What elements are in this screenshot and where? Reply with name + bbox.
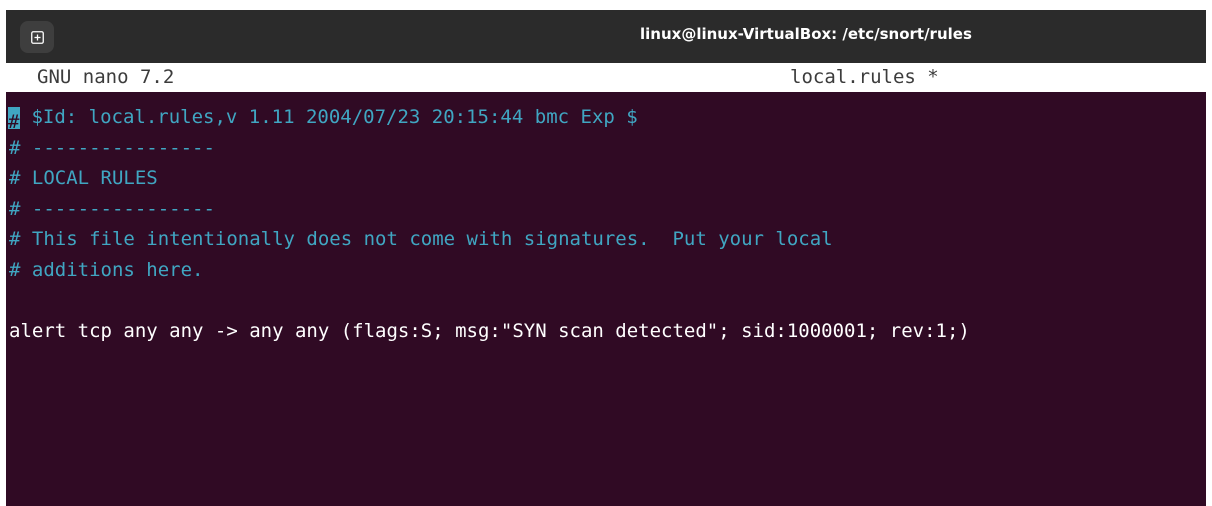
editor-line: # ---------------- bbox=[9, 136, 215, 159]
window-title: linux@linux-VirtualBox: /etc/snort/rules bbox=[640, 25, 972, 43]
nano-version: GNU nano 7.2 bbox=[37, 66, 175, 88]
nano-filename: local.rules * bbox=[790, 66, 939, 88]
editor-line: # This file intentionally does not come … bbox=[9, 228, 833, 251]
terminal-plus-icon bbox=[31, 31, 44, 44]
editor-line: # $Id: local.rules,v 1.11 2004/07/23 20:… bbox=[6, 102, 1206, 133]
editor-area[interactable]: # $Id: local.rules,v 1.11 2004/07/23 20:… bbox=[6, 102, 1206, 347]
title-bar: linux@linux-VirtualBox: /etc/snort/rules bbox=[6, 10, 1206, 63]
editor-line: # additions here. bbox=[9, 258, 204, 281]
nano-header-bar: GNU nano 7.2 local.rules * bbox=[6, 63, 1206, 92]
terminal-window: linux@linux-VirtualBox: /etc/snort/rules… bbox=[6, 10, 1206, 506]
editor-line: # LOCAL RULES bbox=[9, 167, 158, 190]
new-tab-button[interactable] bbox=[20, 21, 54, 53]
line-text: $Id: local.rules,v 1.11 2004/07/23 20:15… bbox=[20, 106, 638, 128]
text-cursor: # bbox=[8, 107, 20, 133]
editor-line: alert tcp any any -> any any (flags:S; m… bbox=[9, 320, 970, 343]
editor-line: # ---------------- bbox=[9, 197, 215, 220]
